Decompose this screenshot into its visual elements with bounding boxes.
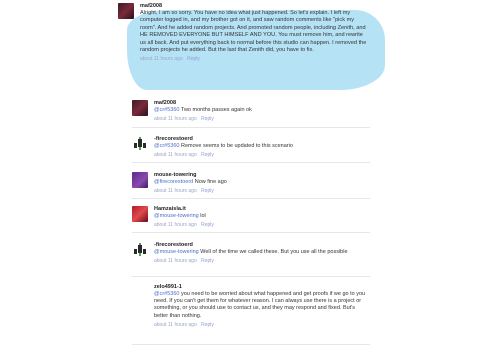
spaceship-icon [134,243,146,256]
comment-thread: maf2008 Alright, I am so sorry. You have… [112,0,385,360]
divider [132,232,370,233]
divider [132,127,370,128]
divider [132,344,370,345]
user-avatar[interactable] [118,3,134,19]
user-avatar[interactable] [132,206,148,222]
reply-comment-1: maf2008 @cr#5360 Two months passes again… [132,100,370,123]
main-comment: maf2008 Alright, I am so sorry. You have… [118,3,368,63]
mention-link[interactable]: @firecorestoerd [154,179,193,185]
spaceship-icon [134,137,146,150]
reply-link[interactable]: Reply [201,152,214,158]
comment-text: @cr#5360 Remove seems to be updated to t… [154,143,370,150]
mention-link[interactable]: @mouse-towering [154,249,199,255]
comment-meta: about 11 hours ago Reply [154,187,370,195]
comment-username[interactable]: maf2008 [140,3,368,10]
reply-comment-5: -firecorestoerd @mouse-towering Well of … [132,242,370,265]
user-avatar[interactable] [132,172,148,188]
comment-meta: about 11 hours ago Reply [154,115,370,123]
comment-body: Two months passes again ok [180,107,252,113]
comment-username[interactable]: maf2008 [154,100,370,107]
comment-time: about 11 hours ago [154,321,197,328]
reply-link[interactable]: Reply [187,56,200,62]
reply-comment-4: Hamzaisla.it @mouse-towering lol about 1… [132,206,370,229]
comment-body: Well of the time we called these. But yo… [200,249,348,255]
reply-comment-6: zelo4991-1 @cr#5360 you need to be worri… [132,284,370,329]
comment-meta: about 11 hours ago Reply [154,221,370,229]
comment-body: lol [200,213,206,219]
comment-body: you need to be worried about what happen… [154,291,366,319]
comment-time: about 11 hours ago [154,152,197,159]
divider [132,198,370,199]
mention-link[interactable]: @mouse-towering [154,213,199,219]
comment-text: @cr#5360 Two months passes again ok [154,107,370,114]
reply-link[interactable]: Reply [201,116,214,122]
comment-time: about 11 hours ago [140,56,183,63]
user-avatar[interactable] [132,242,148,258]
comment-body: Remove seems to be updated to this scena… [181,143,293,149]
reply-link[interactable]: Reply [201,188,214,194]
comment-time: about 11 hours ago [154,188,197,195]
comment-time: about 11 hours ago [154,222,197,229]
comment-text: @mouse-towering Well of the time we call… [154,249,370,256]
reply-comment-2: -firecorestoerd @cr#5360 Remove seems to… [132,136,370,159]
comment-text: @cr#5360 you need to be worried about wh… [154,291,370,320]
reply-link[interactable]: Reply [201,222,214,228]
comment-username[interactable]: zelo4991-1 [154,284,370,291]
mention-link[interactable]: @cr#5360 [154,107,179,113]
comment-username[interactable]: -firecorestoerd [154,242,370,249]
mention-link[interactable]: @cr#5360 [154,143,179,149]
comment-text: Alright, I am so sorry. You have no idea… [140,10,367,54]
reply-link[interactable]: Reply [201,322,214,328]
comment-username[interactable]: Hamzaisla.it [154,206,370,213]
reply-comment-3: mouse-towering @firecorestoerd Now fine … [132,172,370,195]
comment-meta: about 11 hours ago Reply [154,257,370,265]
comment-text: @firecorestoerd Now fine ago [154,179,370,186]
comment-body: Now fine ago [194,179,227,185]
mention-link[interactable]: @cr#5360 [154,291,179,297]
comment-username[interactable]: mouse-towering [154,172,370,179]
divider [132,276,370,277]
comment-time: about 11 hours ago [154,116,197,123]
user-avatar[interactable] [132,284,148,300]
comment-text: @mouse-towering lol [154,213,370,220]
comment-username[interactable]: -firecorestoerd [154,136,370,143]
comment-meta: about 11 hours ago Reply [154,151,370,159]
divider [132,162,370,163]
user-avatar[interactable] [132,100,148,116]
comment-meta: about 11 hours ago Reply [154,321,370,329]
user-avatar[interactable] [132,136,148,152]
comment-meta: about 11 hours ago Reply [140,55,368,63]
reply-link[interactable]: Reply [201,258,214,264]
comment-time: about 11 hours ago [154,258,197,265]
